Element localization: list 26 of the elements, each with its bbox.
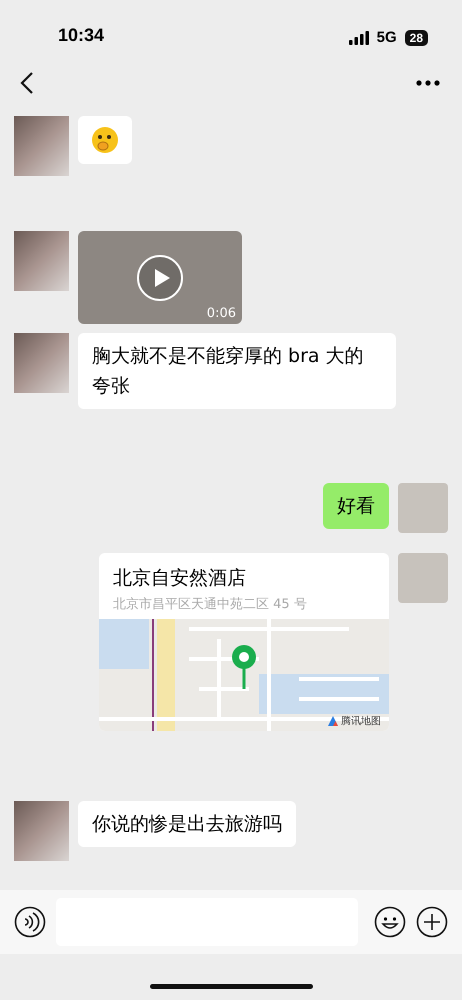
map-logo-icon <box>327 715 339 727</box>
video-thumbnail[interactable]: 0:06 <box>78 231 242 324</box>
avatar-photo-placeholder[interactable] <box>14 116 69 176</box>
location-name: 北京自安然酒店 <box>113 566 247 591</box>
location-pin-icon <box>229 643 259 689</box>
status-time: 10:34 <box>58 25 104 46</box>
signal-icon <box>348 30 369 44</box>
emoji-icon[interactable] <box>374 906 406 938</box>
play-icon[interactable] <box>136 254 184 302</box>
avatar-photo-placeholder[interactable] <box>14 801 69 861</box>
video-duration: 0:06 <box>206 306 236 321</box>
back-icon[interactable] <box>20 71 34 95</box>
location-address: 北京市昌平区天通中苑二区 45 号 <box>113 596 308 613</box>
message-bubble: 胸大就不是不能穿厚的 bra 大的夸张 <box>78 333 396 409</box>
message-bubble: 好看 <box>323 483 389 529</box>
network-label: 5G <box>376 29 397 46</box>
avatar-photo-placeholder[interactable] <box>14 231 69 291</box>
location-card[interactable]: 北京自安然酒店 北京市昌平区天通中苑二区 45 号 腾讯地图 <box>99 553 389 731</box>
message-bubble: 你说的惨是出去旅游吗 <box>78 801 296 847</box>
plus-icon[interactable] <box>416 906 448 938</box>
avatar-photo-placeholder[interactable] <box>14 333 69 393</box>
voice-icon[interactable] <box>14 906 46 938</box>
emoji-face-icon <box>91 126 119 154</box>
map-provider-label: 腾讯地图 <box>341 714 381 728</box>
more-icon[interactable] <box>416 80 440 86</box>
battery-indicator: 28 <box>404 30 428 46</box>
